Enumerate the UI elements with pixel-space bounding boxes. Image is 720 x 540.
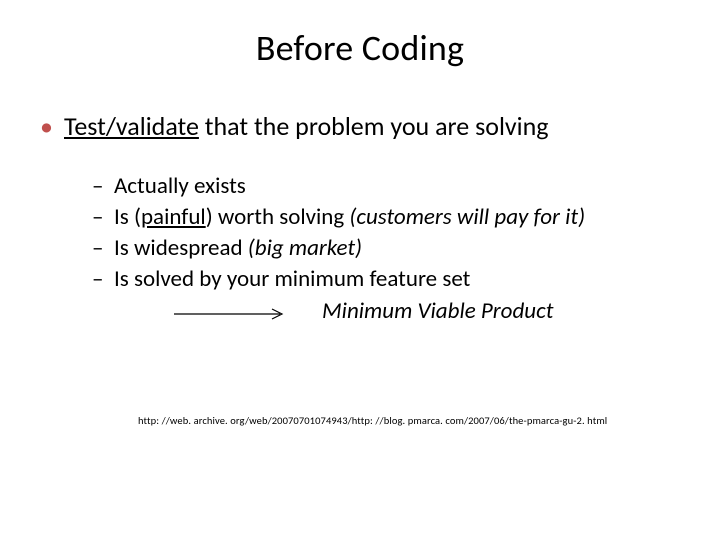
sub-actually-exists: Actually exists xyxy=(92,171,684,202)
text: Is ( xyxy=(114,203,141,231)
text-underline-painful: painful xyxy=(141,203,206,231)
bullet-test-validate: Test/validate that the problem you are s… xyxy=(36,110,684,325)
sub-widespread: Is widespread (big market) xyxy=(92,233,684,264)
slide-title: Before Coding xyxy=(0,0,720,70)
slide: Before Coding Test/validate that the pro… xyxy=(0,0,720,540)
mvp-line: Minimum Viable Product xyxy=(64,297,684,326)
footnote-url: http: //web. archive. org/web/2007070107… xyxy=(138,414,607,427)
arrow-icon xyxy=(172,307,292,321)
text: Is widespread xyxy=(114,234,248,262)
slide-body: Test/validate that the problem you are s… xyxy=(0,70,720,325)
bullet-list-level2: Actually exists Is (painful) worth solvi… xyxy=(64,171,684,295)
text-italic-customers: (customers will pay for it) xyxy=(349,203,585,231)
sub-minimum-feature: Is solved by your minimum feature set xyxy=(92,264,684,295)
text-italic-bigmarket: (big market) xyxy=(248,234,362,262)
text-mvp: Minimum Viable Product xyxy=(322,297,553,326)
text-underline-testvalidate: Test/validate xyxy=(64,110,199,142)
sub-painful: Is (painful) worth solving (customers wi… xyxy=(92,202,684,233)
text-rest: that the problem you are solving xyxy=(199,110,549,142)
bullet-list-level1: Test/validate that the problem you are s… xyxy=(36,110,684,325)
text: ) worth solving xyxy=(206,203,350,231)
